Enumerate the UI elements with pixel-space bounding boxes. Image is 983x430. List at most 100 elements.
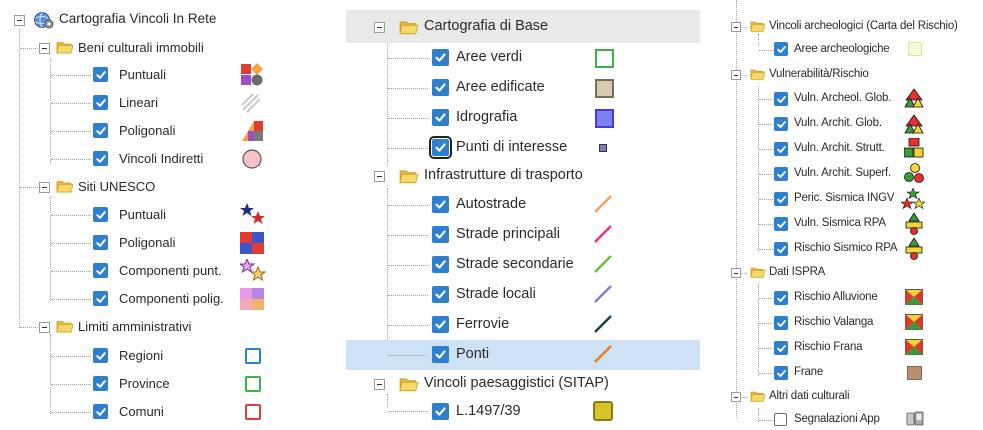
layer-item-beni-poligonali[interactable]: Poligonali [0,118,292,144]
layer-item-vuln-sismica-rpa[interactable]: Vuln. Sismica RPA [724,212,983,237]
tree-node-dati-ispra[interactable]: Dati ISPRA [724,262,983,284]
layer-item-vuln-archeol-glob[interactable]: Vuln. Archeol. Glob. [724,87,983,112]
line-symbol-icon [594,345,612,363]
folder-icon [56,178,74,194]
layer-checkbox[interactable] [774,242,788,256]
layer-item-aree-edificate[interactable]: Aree edificate [346,73,700,103]
layer-item-vuln-archit-superf[interactable]: Vuln. Archit. Superf. [724,162,983,187]
layer-item-beni-puntuali[interactable]: Puntuali [0,62,292,88]
star-cluster-icon [901,188,925,210]
layer-checkbox[interactable] [93,404,108,419]
layer-checkbox[interactable] [432,316,449,333]
layer-checkbox[interactable] [774,117,788,131]
collapse-toggle[interactable] [39,182,50,193]
collapse-toggle[interactable] [731,70,741,80]
layer-checkbox[interactable] [774,341,788,355]
collapse-toggle[interactable] [731,392,741,402]
layer-item-frane[interactable]: Frane [724,361,983,386]
layer-checkbox[interactable] [774,42,788,56]
layer-checkbox[interactable] [429,136,452,159]
layer-item-rischio-valanga[interactable]: Rischio Valanga [724,311,983,336]
layer-checkbox[interactable] [93,235,108,250]
layer-checkbox[interactable] [432,79,449,96]
layer-item-ponti[interactable]: Ponti [346,340,700,370]
layer-item-l1497[interactable]: L.1497/39 [346,398,700,428]
layer-checkbox[interactable] [93,263,108,278]
collapse-toggle[interactable] [374,22,385,33]
layer-checkbox[interactable] [93,151,108,166]
layer-item-vuln-archit-strutt[interactable]: Vuln. Archit. Strutt. [724,137,983,162]
layer-checkbox[interactable] [93,207,108,222]
layer-checkbox[interactable] [774,192,788,206]
layer-checkbox[interactable] [93,376,108,391]
layer-item-regioni[interactable]: Regioni [0,343,292,369]
collapse-toggle[interactable] [374,379,385,390]
layer-item-rischio-sismico-rpa[interactable]: Rischio Sismico RPA [724,237,983,262]
layer-label: Punti di interesse [456,139,568,155]
layer-checkbox[interactable] [432,346,449,363]
collapse-toggle[interactable] [39,43,50,54]
layer-item-unesco-componenti-punt[interactable]: Componenti punt. [0,258,292,284]
layer-checkbox[interactable] [774,366,788,380]
layer-checkbox[interactable] [93,291,108,306]
layer-checkbox[interactable] [774,413,787,426]
collapse-toggle[interactable] [731,268,741,278]
layer-checkbox[interactable] [432,403,449,420]
layer-checkbox[interactable] [93,348,108,363]
layer-item-punti-di-interesse[interactable]: Punti di interesse [346,133,700,163]
layer-checkbox[interactable] [432,286,449,303]
collapse-toggle[interactable] [39,322,50,333]
layer-item-strade-secondarie[interactable]: Strade secondarie [346,250,700,280]
tree-node-beni-culturali[interactable]: Beni culturali immobili [0,36,292,60]
layer-item-beni-lineari[interactable]: Lineari [0,90,292,116]
layer-item-peric-sismica-ingv[interactable]: Peric. Sismica INGV [724,187,983,212]
tree-node-vincoli-archeologici[interactable]: Vincoli archeologici (Carta del Rischio) [724,16,983,38]
layer-checkbox[interactable] [93,67,108,82]
tree-node-cartografia-di-base[interactable]: Cartografia di Base [346,10,700,43]
layer-checkbox[interactable] [93,123,108,138]
layer-item-idrografia[interactable]: Idrografia [346,103,700,133]
collapse-toggle[interactable] [731,22,741,32]
group-label: Dati ISPRA [769,266,826,278]
layer-item-aree-archeologiche[interactable]: Aree archeologiche [724,38,983,62]
layer-item-ferrovie[interactable]: Ferrovie [346,310,700,340]
layer-item-autostrade[interactable]: Autostrade [346,190,700,220]
collapse-toggle[interactable] [14,15,25,26]
layer-item-comuni[interactable]: Comuni [0,399,292,425]
tree-node-vulnerabilita[interactable]: Vulnerabilità/Rischio [724,64,983,86]
layer-item-vuln-archit-glob[interactable]: Vuln. Archit. Glob. [724,112,983,137]
layer-item-rischio-alluvione[interactable]: Rischio Alluvione [724,286,983,311]
collapse-toggle[interactable] [374,171,385,182]
tree-node-infrastrutture[interactable]: Infrastrutture di trasporto [346,162,700,190]
layer-checkbox[interactable] [774,167,788,181]
tree-node-vincoli-paesaggistici[interactable]: Vincoli paesaggistici (SITAP) [346,370,700,398]
layer-checkbox[interactable] [774,217,788,231]
layer-checkbox[interactable] [432,109,449,126]
layer-item-strade-principali[interactable]: Strade principali [346,220,700,250]
layer-checkbox[interactable] [432,226,449,243]
layer-checkbox[interactable] [774,316,788,330]
layer-checkbox[interactable] [774,142,788,156]
layer-label: Lineari [119,95,159,110]
tree-node-altri-dati-culturali[interactable]: Altri dati culturali [724,386,983,408]
layer-label: Vincoli Indiretti [119,151,204,166]
tree-node-limiti-amministrativi[interactable]: Limiti amministrativi [0,315,292,339]
layer-checkbox[interactable] [93,95,108,110]
layer-item-strade-locali[interactable]: Strade locali [346,280,700,310]
layer-item-segnalazioni-app[interactable]: Segnalazioni App [724,408,983,430]
layer-checkbox[interactable] [432,49,449,66]
layer-item-rischio-frana[interactable]: Rischio Frana [724,336,983,361]
layer-checkbox[interactable] [432,196,449,213]
tree-node-siti-unesco[interactable]: Siti UNESCO [0,175,292,199]
layer-item-province[interactable]: Province [0,371,292,397]
layer-item-aree-verdi[interactable]: Aree verdi [346,43,700,73]
layer-item-beni-vincoli-indiretti[interactable]: Vincoli Indiretti [0,146,292,172]
layer-item-unesco-componenti-polig[interactable]: Componenti polig. [0,286,292,312]
tree-node-root[interactable]: Cartografia Vincoli In Rete [0,7,292,33]
layer-checkbox[interactable] [432,256,449,273]
layer-checkbox[interactable] [774,291,788,305]
layer-label: Rischio Frana [794,341,863,353]
layer-checkbox[interactable] [774,92,788,106]
layer-item-unesco-poligonali[interactable]: Poligonali [0,230,292,256]
layer-item-unesco-puntuali[interactable]: Puntuali [0,202,292,228]
